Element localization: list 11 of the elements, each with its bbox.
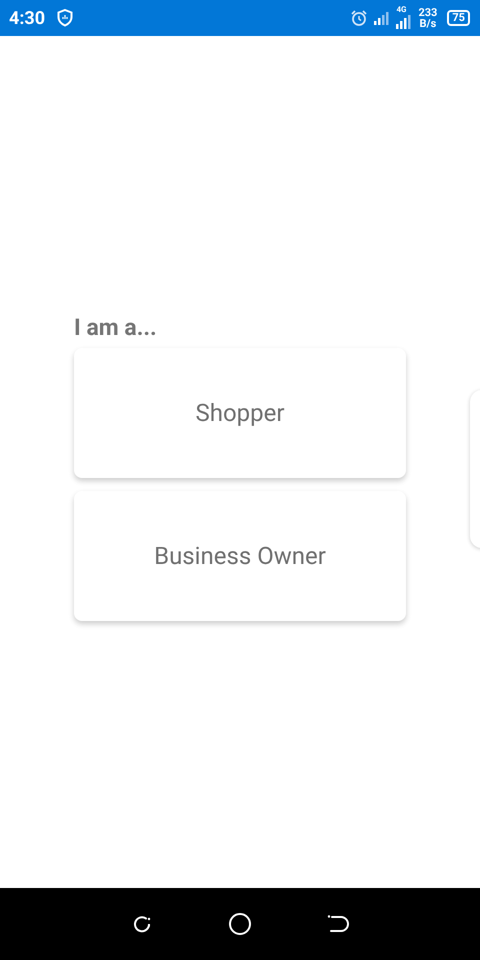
speed-value: 233 (418, 7, 438, 18)
signal-icon (374, 11, 390, 25)
alarm-icon (350, 9, 368, 27)
battery-icon: 75 (447, 10, 470, 26)
option-card[interactable]: Shopper (74, 348, 406, 478)
speed-unit: B/s (420, 18, 436, 29)
shield-icon (57, 9, 74, 27)
home-icon[interactable] (228, 912, 252, 936)
status-time: 4:30 (9, 8, 46, 28)
option-card[interactable]: Business Owner (74, 490, 406, 620)
prompt-heading: I am a... (74, 314, 158, 342)
